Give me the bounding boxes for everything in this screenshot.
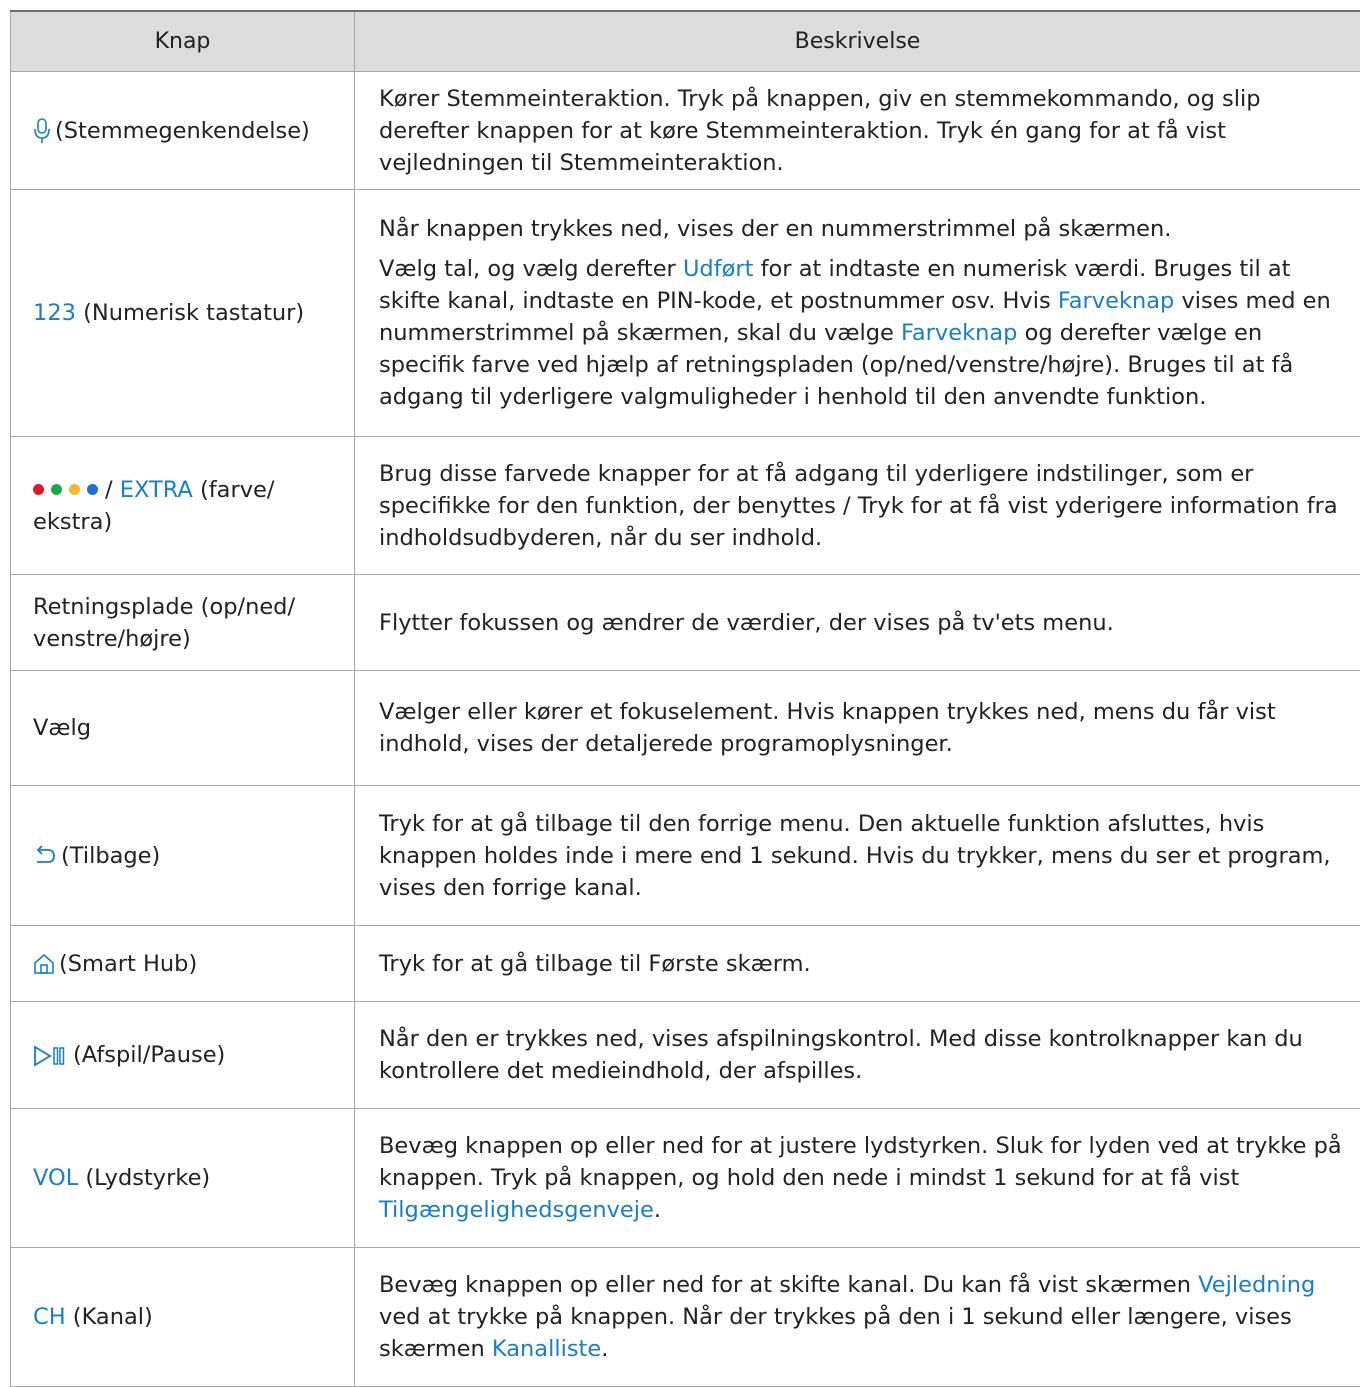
table-header-row: Knap Beskrivelse: [11, 11, 1360, 72]
home-icon: [33, 953, 55, 975]
key-cell: (Tilbage): [11, 786, 355, 926]
description-text: Bevæg knappen op eller ned for at juster…: [379, 1130, 1354, 1226]
key-label: (Smart Hub): [59, 951, 197, 977]
link-vejledning[interactable]: Vejledning: [1198, 1272, 1315, 1298]
column-header-description: Beskrivelse: [355, 11, 1360, 72]
description-text: Flytter fokussen og ændrer de værdier, d…: [379, 607, 1354, 639]
key-cell: (Afspil/Pause): [11, 1002, 355, 1109]
table-row: (Afspil/Pause) Når den er trykkes ned, v…: [11, 1002, 1360, 1109]
key-highlight: VOL: [33, 1165, 78, 1191]
link-tilgaengelighedsgenveje[interactable]: Tilgængelighedsgenveje: [379, 1197, 654, 1223]
microphone-icon: [33, 117, 51, 145]
description-text: Når knappen trykkes ned, vises der en nu…: [379, 213, 1354, 245]
key-highlight: EXTRA: [120, 477, 193, 503]
table-row: Retningsplade (op/ned/ venstre/højre) Fl…: [11, 575, 1360, 671]
play-pause-icon: [33, 1045, 69, 1067]
description-text: Bevæg knappen op eller ned for at skifte…: [379, 1269, 1354, 1365]
description-cell: Tryk for at gå tilbage til den forrige m…: [355, 786, 1360, 926]
table-row: 123 (Numerisk tastatur) Når knappen tryk…: [11, 190, 1360, 437]
key-cell: / EXTRA (farve/ ekstra): [11, 437, 355, 575]
link-farveknap[interactable]: Farveknap: [1058, 288, 1174, 314]
description-cell: Når knappen trykkes ned, vises der en nu…: [355, 190, 1360, 437]
key-cell: CH (Kanal): [11, 1248, 355, 1387]
table-row: CH (Kanal) Bevæg knappen op eller ned fo…: [11, 1248, 1360, 1387]
description-text: Kører Stemmeinteraktion. Tryk på knappen…: [379, 83, 1354, 179]
key-label: (Afspil/Pause): [73, 1042, 225, 1068]
key-cell: Retningsplade (op/ned/ venstre/højre): [11, 575, 355, 671]
table-row: (Tilbage) Tryk for at gå tilbage til den…: [11, 786, 1360, 926]
key-label: (Lydstyrke): [78, 1165, 210, 1191]
table-row: / EXTRA (farve/ ekstra) Brug disse farve…: [11, 437, 1360, 575]
key-label: (Numerisk tastatur): [76, 300, 304, 326]
column-header-key: Knap: [11, 11, 355, 72]
key-cell: (Stemmegenkendelse): [11, 72, 355, 190]
link-udfort[interactable]: Udført: [683, 256, 754, 282]
description-cell: Vælger eller kører et fokuselement. Hvis…: [355, 671, 1360, 786]
table-row: Vælg Vælger eller kører et fokuselement.…: [11, 671, 1360, 786]
description-text-2: Vælg tal, og vælg derefter Udført for at…: [379, 253, 1354, 413]
key-highlight: 123: [33, 300, 76, 326]
description-text: Tryk for at gå tilbage til den forrige m…: [379, 808, 1354, 904]
link-farveknap-2[interactable]: Farveknap: [901, 320, 1017, 346]
table-row: VOL (Lydstyrke) Bevæg knappen op eller n…: [11, 1109, 1360, 1248]
description-text: Tryk for at gå tilbage til Første skærm.: [379, 948, 1354, 980]
key-label: (Stemmegenkendelse): [55, 118, 310, 144]
key-label: Retningsplade (op/ned/ venstre/højre): [33, 594, 295, 652]
link-kanalliste[interactable]: Kanalliste: [492, 1336, 601, 1362]
description-cell: Brug disse farvede knapper for at få adg…: [355, 437, 1360, 575]
key-separator: /: [105, 477, 120, 503]
description-cell: Når den er trykkes ned, vises afspilning…: [355, 1002, 1360, 1109]
description-cell: Flytter fokussen og ændrer de værdier, d…: [355, 575, 1360, 671]
key-label: Vælg: [33, 715, 91, 741]
table-row: (Smart Hub) Tryk for at gå tilbage til F…: [11, 926, 1360, 1002]
key-highlight: CH: [33, 1304, 66, 1330]
key-cell: Vælg: [11, 671, 355, 786]
description-cell: Bevæg knappen op eller ned for at skifte…: [355, 1248, 1360, 1387]
description-cell: Tryk for at gå tilbage til Første skærm.: [355, 926, 1360, 1002]
back-arrow-icon: [33, 845, 57, 867]
key-cell: (Smart Hub): [11, 926, 355, 1002]
description-text: Vælger eller kører et fokuselement. Hvis…: [379, 696, 1354, 760]
remote-buttons-table: Knap Beskrivelse (Stemmegenkendelse) Kør…: [10, 10, 1360, 1387]
description-text: Brug disse farvede knapper for at få adg…: [379, 458, 1354, 554]
key-cell: VOL (Lydstyrke): [11, 1109, 355, 1248]
description-text: Når den er trykkes ned, vises afspilning…: [379, 1023, 1354, 1087]
key-label: (Kanal): [66, 1304, 153, 1330]
table-row: (Stemmegenkendelse) Kører Stemmeinterakt…: [11, 72, 1360, 190]
key-cell: 123 (Numerisk tastatur): [11, 190, 355, 437]
description-cell: Bevæg knappen op eller ned for at juster…: [355, 1109, 1360, 1248]
color-dots-icon: [33, 477, 105, 503]
key-label: (Tilbage): [61, 843, 160, 869]
description-cell: Kører Stemmeinteraktion. Tryk på knappen…: [355, 72, 1360, 190]
